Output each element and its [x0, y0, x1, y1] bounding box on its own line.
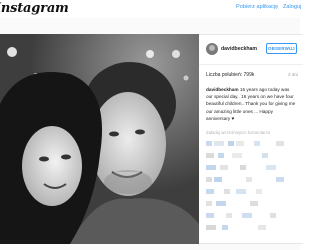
blurred-comment-block	[270, 213, 276, 218]
blurred-comment-block	[254, 141, 260, 146]
blurred-comment-block	[206, 141, 212, 146]
blurred-comment-block	[206, 201, 212, 206]
post-side-panel: davidbeckham OBSERWUJ Liczba polubień: 7…	[199, 34, 303, 244]
post-caption: davidbeckham 16 years ago today was our …	[206, 86, 296, 122]
blurred-comment-block	[258, 225, 266, 230]
blurred-comment-block	[216, 201, 226, 206]
caption-username[interactable]: davidbeckham	[206, 87, 239, 92]
blurred-comment-block	[224, 189, 230, 194]
blurred-comment-block	[206, 177, 212, 182]
blurred-comment-block	[240, 165, 246, 170]
blurred-comment-block	[276, 177, 284, 182]
blurred-comment-block	[236, 189, 246, 194]
blurred-comment-block	[206, 153, 214, 158]
blurred-comment-block	[206, 213, 214, 218]
blurred-comment-block	[236, 141, 244, 146]
blurred-comment-block	[206, 189, 214, 194]
blurred-comment-block	[222, 225, 228, 230]
login-link[interactable]: Zaloguj	[283, 4, 301, 10]
pixelated-comments	[206, 139, 298, 235]
blurred-comment-block	[276, 141, 284, 146]
blurred-comment-block	[226, 213, 232, 218]
load-more-comments-link[interactable]: Załaduj wcześniejsze komentarze	[206, 130, 270, 135]
post-time[interactable]: 2 dni	[288, 72, 298, 77]
follow-button[interactable]: OBSERWUJ	[266, 43, 297, 54]
likes-count[interactable]: Liczba polubień: 799k	[206, 72, 254, 78]
likes-row: Liczba polubień: 799k 2 dni	[206, 72, 298, 80]
get-app-link[interactable]: Pobierz aplikację	[236, 4, 278, 10]
blurred-comment-block	[250, 201, 258, 206]
avatar[interactable]	[206, 43, 218, 55]
caption-text: 16 years ago today was our special day..…	[206, 87, 296, 121]
blurred-comment-block	[206, 165, 216, 170]
blurred-comment-block	[220, 165, 228, 170]
blurred-comment-block	[232, 153, 242, 158]
instagram-logo[interactable]: Instagram	[0, 1, 69, 16]
post-photo[interactable]	[0, 34, 199, 244]
username-link[interactable]: davidbeckham	[221, 46, 257, 52]
blurred-comment-block	[246, 177, 252, 182]
blurred-comment-block	[218, 153, 224, 158]
blurred-comment-block	[266, 165, 276, 170]
blurred-comment-block	[214, 177, 222, 182]
top-bar: Instagram Pobierz aplikację Zaloguj	[0, 0, 301, 18]
blurred-comment-block	[262, 153, 268, 158]
blurred-comment-block	[228, 141, 234, 146]
blurred-comment-block	[242, 213, 252, 218]
blurred-comment-block	[256, 189, 262, 194]
blurred-comment-block	[214, 141, 224, 146]
blurred-comment-block	[206, 225, 216, 230]
post-header: davidbeckham OBSERWUJ	[199, 35, 303, 65]
